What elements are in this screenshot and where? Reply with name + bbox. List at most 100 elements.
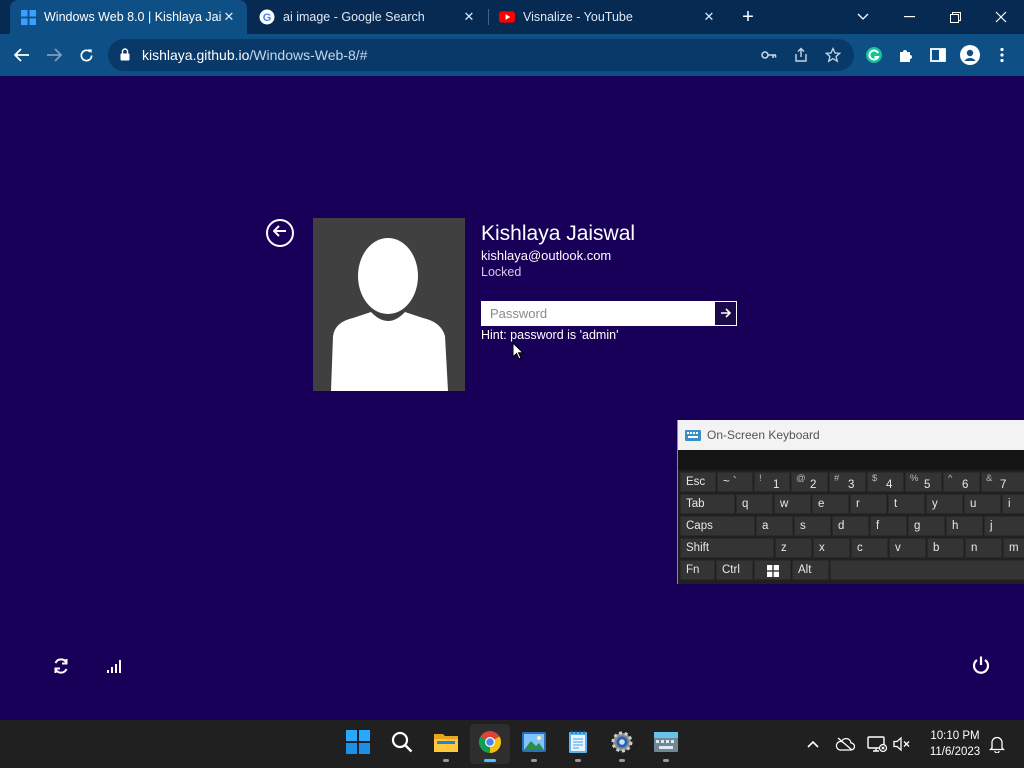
key-esc[interactable]: Esc [680,472,716,492]
key-1[interactable]: ! 1 [754,472,790,492]
key-2[interactable]: @2 [791,472,828,492]
tab-google-search[interactable]: G ai image - Google Search ✕ [249,0,487,34]
url-path: /Windows-Web-8/# [249,47,368,63]
bookmark-star-icon[interactable] [823,45,843,65]
back-arrow-icon [272,224,287,242]
password-input[interactable] [482,302,714,325]
extensions-puzzle-icon[interactable] [892,41,920,69]
key-tilde[interactable]: ~ ` [717,472,753,492]
key-a[interactable]: a [756,516,793,536]
key-c[interactable]: c [851,538,888,558]
arrow-right-icon [720,305,732,323]
windows-logo-icon [767,565,779,580]
key-e[interactable]: e [812,494,849,514]
key-tab[interactable]: Tab [680,494,735,514]
key-j[interactable]: j [984,516,1024,536]
key-windows[interactable] [754,560,791,580]
network-signal-icon[interactable] [103,655,125,677]
extension-grammarly-icon[interactable] [860,41,888,69]
key-z[interactable]: z [775,538,812,558]
key-f[interactable]: f [870,516,907,536]
system-clock[interactable]: 10:10 PM 11/6/2023 [920,728,990,760]
mouse-cursor-icon [512,341,525,365]
notifications-bell-icon[interactable] [986,733,1008,755]
key-5[interactable]: % 5 [905,472,942,492]
key-h[interactable]: h [946,516,983,536]
osk-titlebar[interactable]: On-Screen Keyboard [678,420,1024,450]
key-u[interactable]: u [964,494,1001,514]
key-s[interactable]: s [794,516,831,536]
key-w[interactable]: w [774,494,811,514]
key-t[interactable]: t [888,494,925,514]
chrome-menu-icon[interactable] [988,41,1016,69]
password-box [481,301,737,326]
settings-button[interactable] [602,724,642,764]
key-q[interactable]: q [736,494,773,514]
key-v[interactable]: v [889,538,926,558]
key-space[interactable] [830,560,1024,580]
key-n[interactable]: n [965,538,1002,558]
new-tab-button[interactable]: + [736,5,760,29]
volume-muted-icon[interactable] [891,733,913,755]
tab-windows-web[interactable]: Windows Web 8.0 | Kishlaya Jaiswal ✕ [10,0,247,34]
key-g[interactable]: g [908,516,945,536]
key-y[interactable]: y [926,494,963,514]
lock-icon[interactable] [120,48,130,66]
key-m[interactable]: m [1003,538,1024,558]
ease-of-access-icon[interactable] [50,655,72,677]
file-explorer-icon [433,731,459,758]
key-i[interactable]: i [1002,494,1024,514]
profile-avatar-icon[interactable] [956,41,984,69]
clock-date: 11/6/2023 [929,746,981,758]
chrome-button[interactable] [470,724,510,764]
keyboard-icon [685,428,701,442]
reload-icon[interactable] [72,41,100,69]
submit-password-button[interactable] [714,302,736,325]
key-3[interactable]: #3 [829,472,866,492]
tab-search-chevron-icon[interactable] [840,0,886,34]
file-explorer-button[interactable] [426,724,466,764]
close-tab-icon[interactable]: ✕ [461,9,477,25]
key-d[interactable]: d [832,516,869,536]
key-shift[interactable]: Shift [680,538,774,558]
back-button[interactable] [266,219,294,247]
key-fn[interactable]: Fn [680,560,715,580]
osk-key-preview [678,450,1024,470]
address-bar[interactable]: kishlaya.github.io/Windows-Web-8/# [108,39,854,71]
close-tab-icon[interactable]: ✕ [701,9,717,25]
network-disconnected-icon[interactable] [866,733,888,755]
key-b[interactable]: b [927,538,964,558]
onedrive-cloud-icon[interactable] [834,733,856,755]
start-icon [346,729,370,759]
close-tab-icon[interactable]: ✕ [221,9,237,25]
key-caps[interactable]: Caps [680,516,755,536]
key-r[interactable]: r [850,494,887,514]
start-button[interactable] [338,724,378,764]
search-button[interactable] [382,724,422,764]
show-hidden-icons-chevron-icon[interactable] [802,733,824,755]
forward-arrow-icon[interactable] [40,41,68,69]
osk-title: On-Screen Keyboard [707,428,820,442]
key-4[interactable]: $4 [867,472,904,492]
restore-icon[interactable] [932,0,978,34]
running-indicator [484,759,496,762]
key-alt[interactable]: Alt [792,560,829,580]
notepad-button[interactable] [558,724,598,764]
key-7[interactable]: & 7 [981,472,1024,492]
on-screen-keyboard-button[interactable] [646,724,686,764]
key-icon[interactable] [759,45,779,65]
minimize-icon[interactable] [886,0,932,34]
power-icon[interactable] [970,654,992,676]
photos-button[interactable] [514,724,554,764]
tab-youtube[interactable]: Visnalize - YouTube ✕ [489,0,727,34]
youtube-icon [499,9,515,25]
tab-title: Windows Web 8.0 | Kishlaya Jaiswal [44,10,221,24]
key-6[interactable]: ^ 6 [943,472,980,492]
tab-title: Visnalize - YouTube [523,10,633,24]
key-ctrl[interactable]: Ctrl [716,560,753,580]
side-panel-icon[interactable] [924,41,952,69]
back-arrow-icon[interactable] [8,41,36,69]
close-window-icon[interactable] [978,0,1024,34]
key-x[interactable]: x [813,538,850,558]
share-icon[interactable] [791,45,811,65]
